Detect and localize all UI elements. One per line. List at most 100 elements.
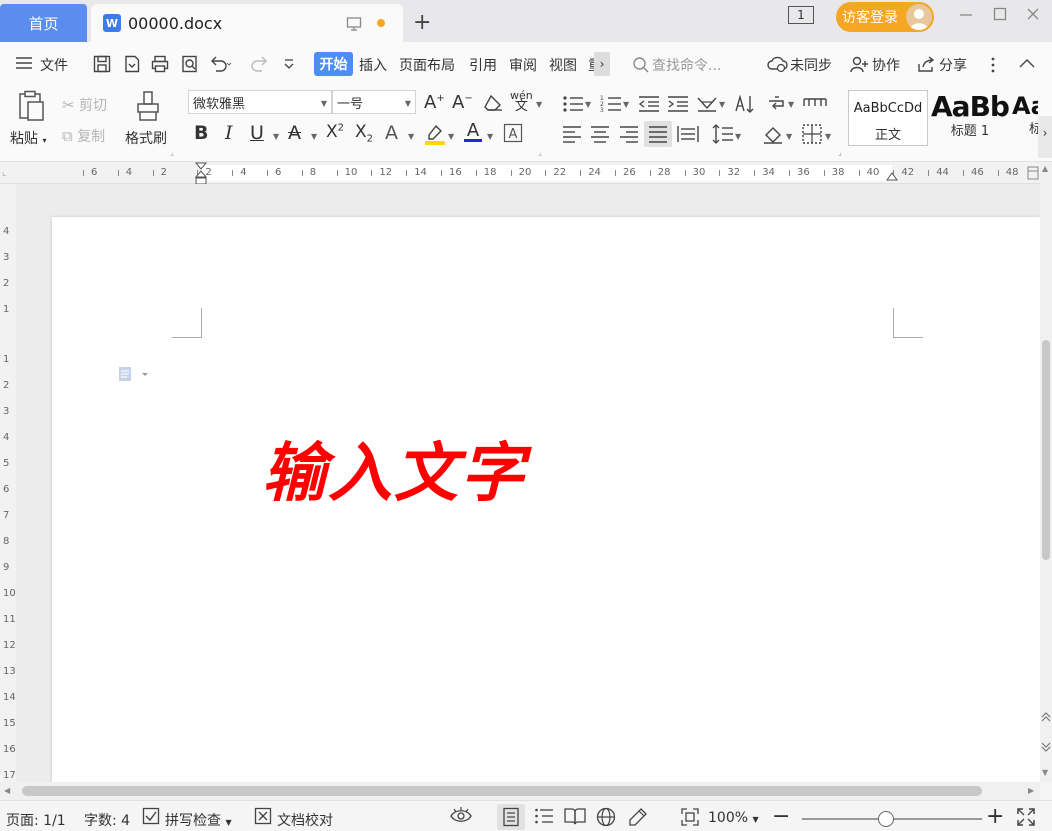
strikethrough-icon[interactable]: A — [288, 122, 301, 144]
document-text[interactable]: 输入文字 — [262, 422, 526, 514]
text-effect-dropdown-icon[interactable]: ▼ — [408, 132, 414, 141]
share-button[interactable]: 分享 — [939, 55, 967, 75]
monitor-icon[interactable] — [346, 16, 362, 32]
underline-icon[interactable]: U — [250, 122, 264, 144]
shading-dropdown-icon[interactable]: ▼ — [786, 132, 792, 141]
copy-button[interactable]: ⧉ 复制 — [62, 126, 105, 146]
phonetic-guide-icon[interactable]: wén 文 — [510, 90, 533, 113]
zoom-level-select[interactable]: 100% ▼ — [708, 810, 759, 826]
clear-format-eraser-icon[interactable] — [482, 93, 504, 113]
vertical-scrollbar[interactable]: ▲ ▼ — [1040, 162, 1052, 782]
minimize-icon[interactable] — [958, 6, 974, 22]
style-heading-1[interactable]: AaBb 标题 1 — [930, 90, 1010, 146]
scroll-up-icon[interactable]: ▲ — [1042, 164, 1048, 173]
menu-view[interactable]: 视图 — [549, 55, 577, 75]
font-size-select[interactable]: 一号 ▼ — [332, 90, 416, 114]
guest-login-button[interactable]: 访客登录 — [836, 2, 934, 32]
sync-status-button[interactable]: 未同步 — [790, 55, 832, 75]
format-painter-icon[interactable] — [134, 90, 162, 122]
paragraph-launcher-icon[interactable]: ⌟ — [838, 148, 842, 157]
borders-dropdown-icon[interactable]: ▼ — [825, 132, 831, 141]
distribute-icon[interactable] — [677, 124, 699, 144]
cut-button[interactable]: ✂ 剪切 — [62, 95, 107, 115]
font-launcher-icon[interactable]: ⌟ — [538, 148, 542, 157]
collaborate-icon[interactable] — [849, 55, 869, 73]
bullets-dropdown-icon[interactable]: ▼ — [585, 100, 591, 109]
menu-page-layout[interactable]: 页面布局 — [399, 55, 455, 75]
menu-references[interactable]: 引用 — [469, 55, 497, 75]
align-center-icon[interactable] — [590, 124, 610, 144]
style-normal[interactable]: AaBbCcDd 正文 — [848, 90, 928, 146]
reading-mode-icon[interactable] — [564, 807, 586, 825]
justify-icon[interactable] — [644, 121, 672, 147]
window-count-button[interactable]: 1 — [788, 6, 814, 24]
menu-file[interactable]: 文件 — [40, 55, 68, 75]
tab-stop-selector-icon[interactable]: ⌞ — [2, 168, 6, 178]
text-effect-icon[interactable]: A — [385, 122, 398, 144]
word-count[interactable]: 字数: 4 — [84, 810, 130, 830]
customize-toolbar-icon[interactable] — [282, 54, 296, 74]
document-page[interactable] — [52, 217, 1040, 782]
numbering-icon[interactable]: 123 — [600, 94, 622, 114]
superscript-icon[interactable]: X2 — [326, 122, 344, 142]
paste-button[interactable]: 粘贴 ▾ — [10, 128, 46, 148]
paste-icon[interactable] — [18, 90, 46, 122]
document-area[interactable]: 4 3 2 1 1 2 3 4 5 6 7 8 9 10 11 12 13 14 15 16 17 输入文字 — [0, 184, 1040, 782]
menu-insert[interactable]: 插入 — [359, 55, 387, 75]
style-heading-2[interactable]: Aa 标 — [1012, 90, 1038, 146]
increase-indent-icon[interactable] — [667, 94, 689, 114]
highlight-icon[interactable] — [424, 124, 446, 146]
increase-font-icon[interactable]: A+ — [424, 92, 445, 113]
strikethrough-dropdown-icon[interactable]: ▼ — [311, 132, 317, 141]
share-icon[interactable] — [916, 55, 936, 73]
hamburger-menu-icon[interactable] — [14, 55, 34, 71]
decrease-font-icon[interactable]: A− — [452, 92, 473, 113]
first-line-indent-marker-icon[interactable] — [195, 162, 207, 186]
collapse-ribbon-icon[interactable] — [1018, 56, 1036, 72]
scroll-down-icon[interactable]: ▼ — [1042, 768, 1048, 777]
scroll-left-icon[interactable]: ◀ — [4, 786, 10, 795]
next-page-icon[interactable] — [1040, 740, 1052, 754]
undo-icon[interactable] — [208, 54, 232, 74]
print-preview-icon[interactable] — [180, 54, 200, 74]
new-tab-plus-icon[interactable]: + — [413, 10, 431, 35]
clipboard-launcher-icon[interactable]: ⌟ — [170, 148, 174, 157]
styles-scroll-chevron-icon[interactable]: › — [1038, 116, 1052, 158]
table-tabs-icon[interactable] — [803, 94, 827, 114]
export-pdf-icon[interactable] — [122, 54, 142, 74]
print-icon[interactable] — [150, 54, 170, 74]
spell-check-icon[interactable] — [142, 807, 160, 825]
align-left-icon[interactable] — [562, 124, 582, 144]
font-color-icon[interactable]: A — [464, 120, 482, 142]
collaborate-button[interactable]: 协作 — [872, 55, 900, 75]
ruler-toggle-icon[interactable] — [1027, 166, 1039, 180]
redo-icon[interactable] — [250, 54, 270, 74]
subscript-icon[interactable]: X2 — [355, 122, 373, 144]
format-painter-button[interactable]: 格式刷 — [125, 128, 167, 148]
vertical-scroll-thumb[interactable] — [1042, 340, 1050, 560]
spell-check-button[interactable]: 拼写检查 ▼ — [165, 810, 232, 830]
sort-icon[interactable] — [734, 93, 756, 115]
tab-document[interactable]: W 00000.docx — [91, 4, 403, 42]
page-view-icon[interactable] — [497, 804, 525, 830]
doc-proofread-icon[interactable] — [254, 807, 272, 825]
web-view-icon[interactable] — [596, 807, 616, 827]
phonetic-dropdown-icon[interactable]: ▼ — [536, 100, 542, 109]
shading-icon[interactable] — [762, 123, 784, 145]
doc-proofread-button[interactable]: 文档校对 — [277, 810, 333, 830]
menu-review[interactable]: 审阅 — [509, 55, 537, 75]
command-search-input[interactable]: 查找命令... — [652, 55, 721, 75]
highlight-dropdown-icon[interactable]: ▼ — [448, 132, 454, 141]
show-hide-marks-icon[interactable] — [765, 94, 787, 114]
menu-start[interactable]: 开始 — [314, 52, 353, 76]
zoom-slider-thumb[interactable] — [878, 811, 894, 827]
tab-home[interactable]: 首页 — [0, 4, 87, 42]
decrease-indent-icon[interactable] — [638, 94, 660, 114]
save-icon[interactable] — [92, 54, 112, 74]
chinese-layout-dropdown-icon[interactable]: ▼ — [719, 100, 725, 109]
font-name-select[interactable]: 微软雅黑 ▼ — [188, 90, 332, 114]
paragraph-options-icon[interactable] — [118, 365, 152, 383]
close-icon[interactable] — [1025, 6, 1041, 22]
scroll-right-icon[interactable]: ▶ — [1028, 786, 1034, 795]
bold-icon[interactable]: B — [194, 122, 208, 144]
